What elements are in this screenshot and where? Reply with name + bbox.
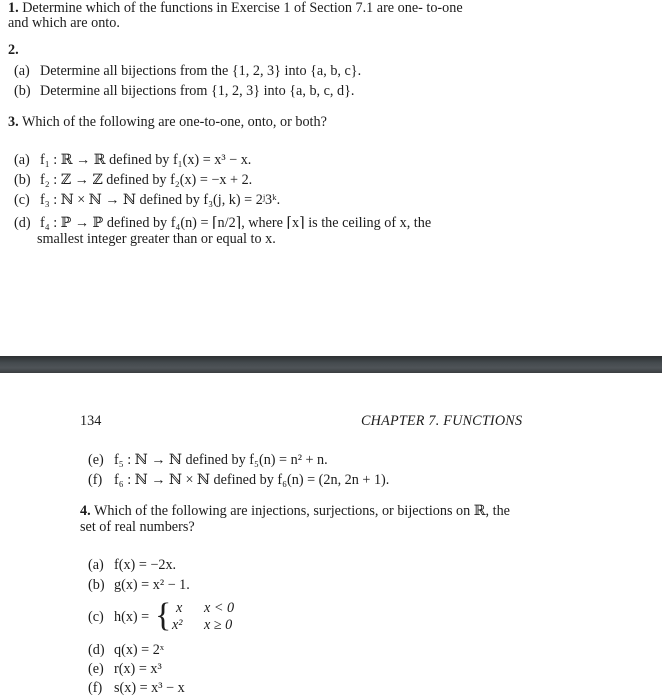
item-text: f₁ : ℝ → ℝ defined by f₁(x) = x³ − x. (40, 152, 252, 168)
question-4-item: (e) r(x) = x³ (88, 661, 162, 678)
question-4-item: (a) f(x) = −2x. (88, 557, 176, 574)
item-label: (b) (14, 83, 31, 99)
item-label: (e) (88, 452, 104, 468)
left-brace: { (155, 597, 172, 634)
question-3-item: (d) f₄ : ℙ → ℙ defined by f₄(n) = ⌈n/2⌉, … (14, 215, 431, 232)
question-2-item: (b) Determine all bijections from {1, 2, … (14, 83, 354, 100)
page-divider (0, 356, 662, 373)
question-4-item: (b) g(x) = x² − 1. (88, 577, 190, 594)
question-3-item: (c) f₃ : ℕ × ℕ → ℕ defined by f₃(j, k) = … (14, 192, 280, 209)
question-4-item: (c) h(x) = (88, 609, 149, 626)
question-number: 3. (8, 114, 19, 130)
document-page-top: 1. Determine which of the functions in E… (0, 0, 662, 356)
question-3-item-continuation: smallest integer greater than or equal t… (37, 231, 276, 247)
item-text: r(x) = x³ (114, 661, 162, 677)
item-text: f₄ : ℙ → ℙ defined by f₄(n) = ⌈n/2⌉, whe… (40, 215, 432, 231)
item-label: (d) (88, 642, 105, 658)
page-number: 134 (80, 413, 102, 429)
item-text: f(x) = −2x. (114, 557, 177, 573)
item-label: (f) (88, 680, 103, 696)
question-2-item: (a) Determine all bijections from the {1,… (14, 63, 361, 80)
item-label: (b) (88, 577, 105, 593)
question-text: Which of the following are injections, s… (93, 503, 510, 519)
item-text: q(x) = 2ˣ (114, 642, 164, 658)
question-number: 4. (80, 503, 91, 519)
question-4-line-2: set of real numbers? (80, 519, 195, 535)
item-text: g(x) = x² − 1. (114, 577, 190, 593)
chapter-header: CHAPTER 7. FUNCTIONS (361, 413, 523, 429)
item-text: h(x) = (114, 609, 150, 625)
item-label: (b) (14, 172, 31, 188)
item-text: s(x) = x³ − x (114, 680, 185, 696)
item-text: f₃ : ℕ × ℕ → ℕ defined by f₃(j, k) = 2ʲ3… (40, 192, 281, 208)
item-label: (e) (88, 661, 104, 677)
item-label: (d) (14, 215, 31, 231)
item-text: Determine all bijections from the {1, 2,… (40, 63, 362, 79)
case-value: x² (172, 617, 183, 633)
case-condition: x < 0 (204, 600, 235, 616)
question-2-number: 2. (8, 42, 19, 58)
item-text: f₅ : ℕ → ℕ defined by f₅(n) = n² + n. (114, 452, 328, 468)
item-label: (a) (14, 63, 30, 79)
item-label: (a) (88, 557, 104, 573)
question-4-item: (f) s(x) = x³ − x (88, 680, 185, 697)
item-text: Determine all bijections from {1, 2, 3} … (40, 83, 355, 99)
question-3-item: (e) f₅ : ℕ → ℕ defined by f₅(n) = n² + n. (88, 452, 328, 469)
item-text: f₆ : ℕ → ℕ × ℕ defined by f₆(n) = (2n, 2… (114, 472, 390, 488)
question-number: 1. (8, 0, 19, 16)
item-text: f₂ : ℤ → ℤ defined by f₂(x) = −x + 2. (40, 172, 253, 188)
case-value: x (176, 600, 183, 616)
question-3-prompt-line: 3. Which of the following are one-to-one… (8, 114, 327, 131)
item-label: (a) (14, 152, 30, 168)
question-text: Which of the following are one-to-one, o… (21, 114, 327, 130)
item-label: (f) (88, 472, 103, 488)
case-condition: x ≥ 0 (204, 617, 233, 633)
question-text: Determine which of the functions in Exer… (22, 0, 463, 16)
item-label: (c) (88, 609, 104, 625)
document-page-bottom: 134 CHAPTER 7. FUNCTIONS (e) f₅ : ℕ → ℕ d… (0, 373, 662, 698)
question-3-item: (b) f₂ : ℤ → ℤ defined by f₂(x) = −x + 2. (14, 172, 252, 189)
item-label: (c) (14, 192, 30, 208)
question-4-item: (d) q(x) = 2ˣ (88, 642, 164, 659)
question-3-item: (f) f₆ : ℕ → ℕ × ℕ defined by f₆(n) = (2n… (88, 472, 389, 489)
question-3-item: (a) f₁ : ℝ → ℝ defined by f₁(x) = x³ − x. (14, 152, 251, 169)
question-4-line-1: 4. Which of the following are injections… (80, 503, 510, 520)
question-1-line-2: and which are onto. (8, 15, 120, 31)
